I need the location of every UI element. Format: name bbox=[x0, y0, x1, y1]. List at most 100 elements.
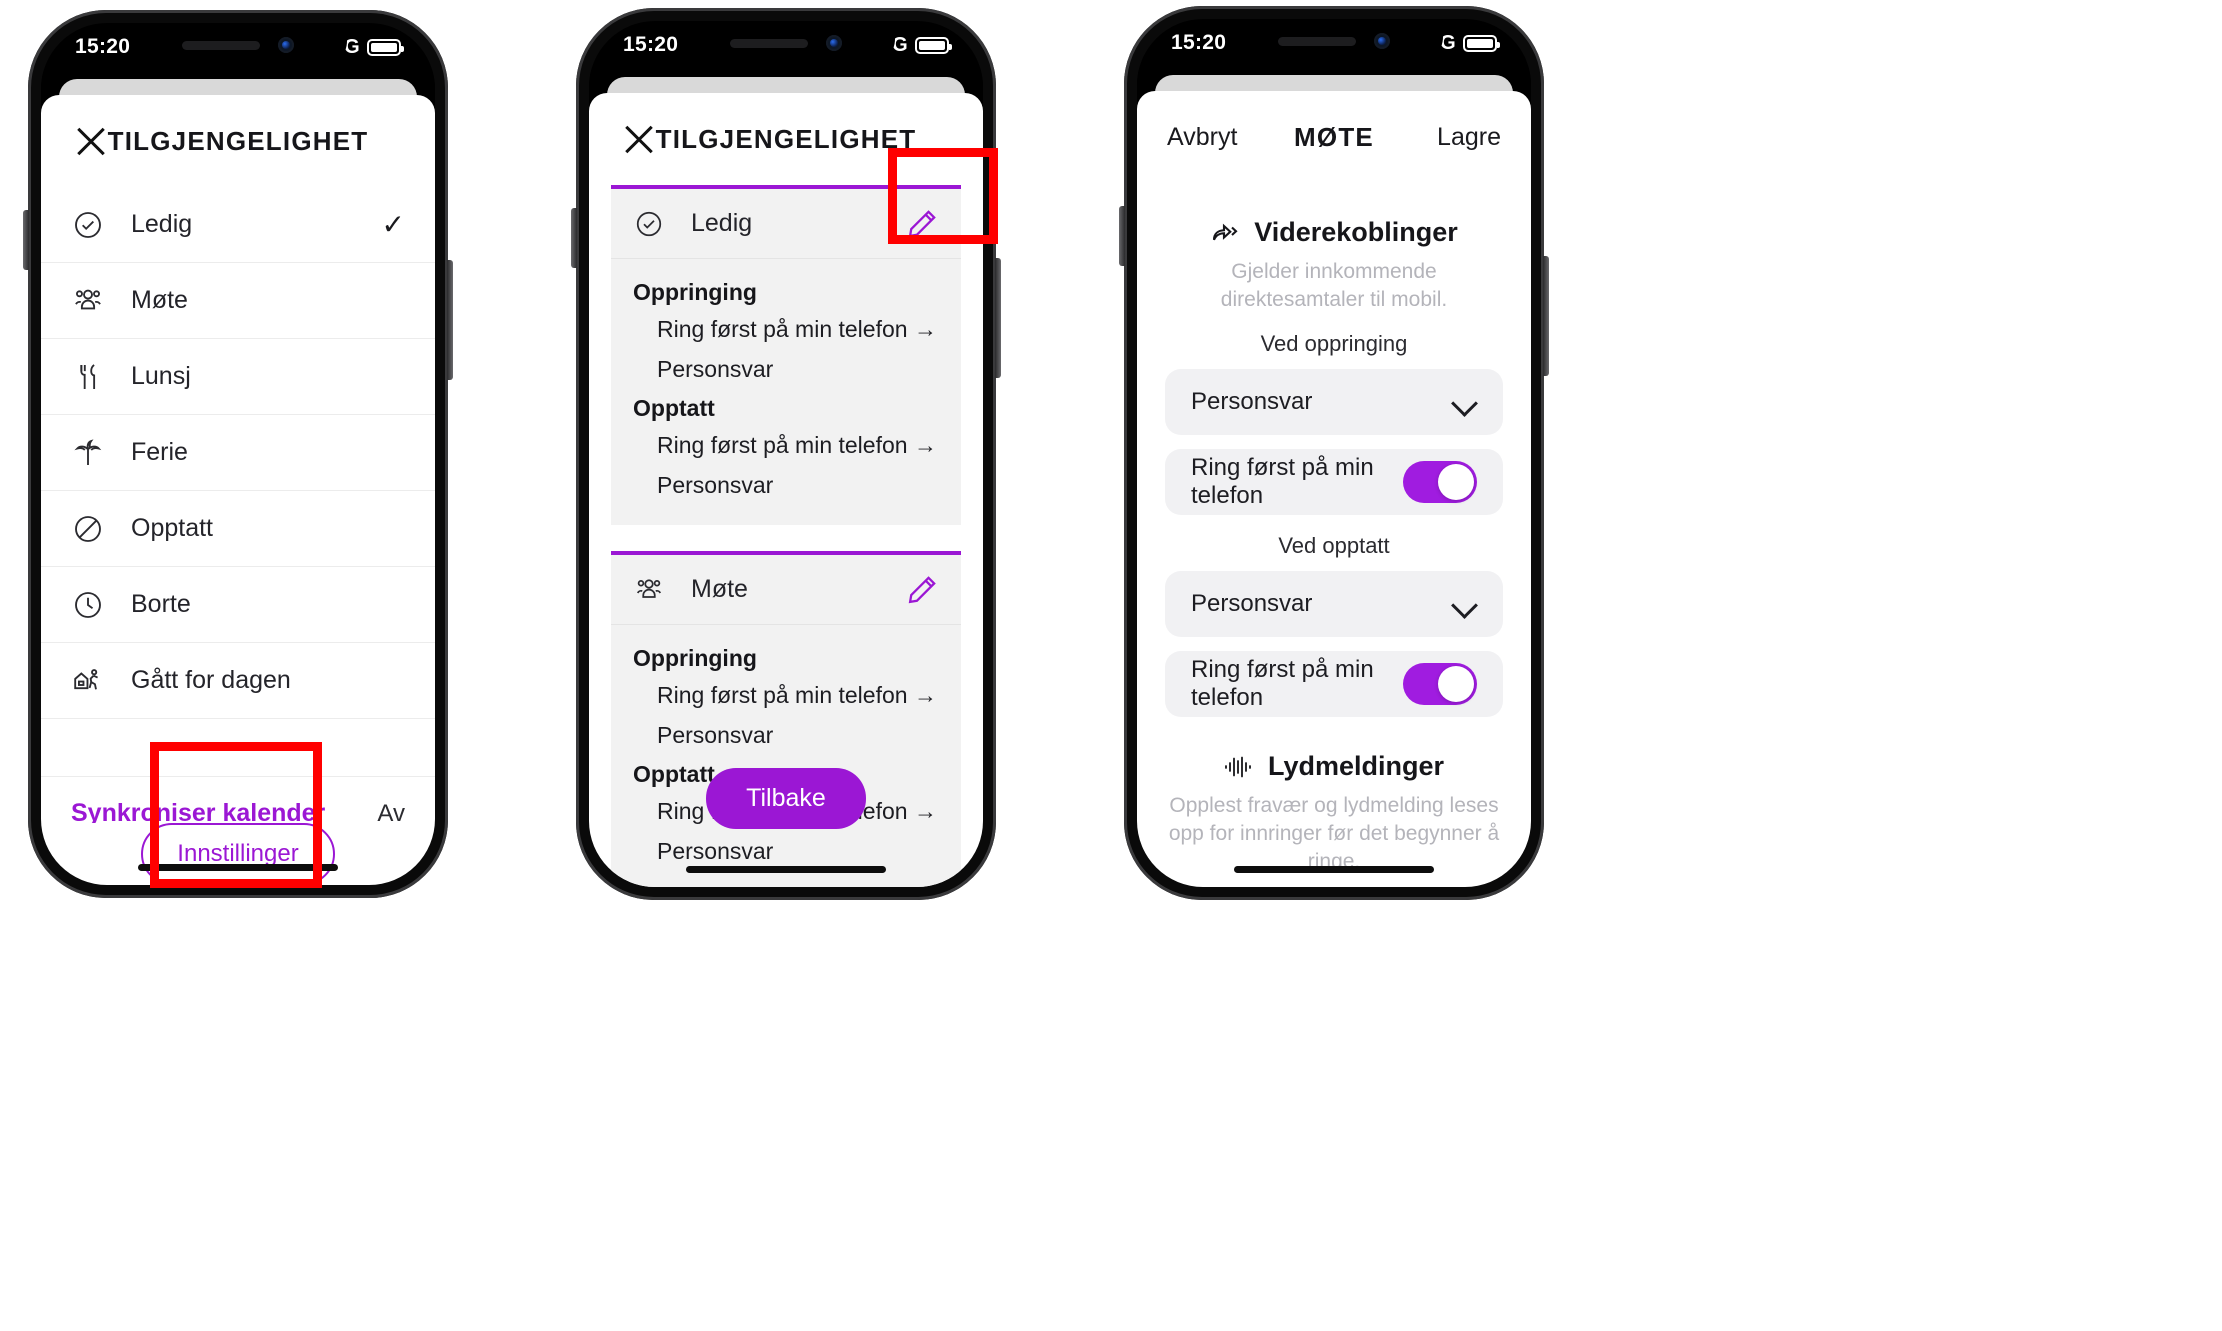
phone-3-navbar: Avbryt MØTE Lagre bbox=[1137, 91, 1531, 183]
sync-calendar-row[interactable]: Synkroniser kalender Av bbox=[41, 777, 435, 823]
list-item-label: Ferie bbox=[131, 438, 188, 466]
on-call-select-value: Personsvar bbox=[1191, 388, 1313, 416]
card-ledig: Ledig Oppringing Ring først på min telef… bbox=[611, 185, 961, 526]
card-header[interactable]: Møte bbox=[611, 555, 961, 626]
group-title: Oppringing bbox=[633, 279, 757, 305]
front-camera-icon bbox=[1374, 33, 1390, 49]
home-indicator bbox=[686, 866, 886, 873]
card-body: Oppringing Ring først på min telefon → P… bbox=[611, 625, 961, 887]
earpiece-speaker bbox=[730, 38, 808, 48]
settings-button[interactable]: Innstillinger bbox=[141, 823, 335, 885]
list-item-mote[interactable]: Møte bbox=[41, 263, 435, 339]
phone-2-navbar: TILGJENGELIGHET bbox=[589, 93, 983, 185]
group-item[interactable]: Ring først på min telefon → bbox=[633, 310, 939, 350]
home-indicator bbox=[138, 864, 338, 871]
palm-tree-icon bbox=[71, 436, 105, 470]
group-item[interactable]: Ring først på min telefon → bbox=[633, 426, 939, 466]
meeting-settings-sheet: Avbryt MØTE Lagre Viderekoblinger Gjelde… bbox=[1137, 91, 1531, 887]
status-time: 15:20 bbox=[623, 33, 679, 56]
availability-list: Ledig ✓ Møte Lunsj Ferie Opptatt Borte G… bbox=[41, 187, 435, 823]
close-icon[interactable] bbox=[619, 119, 659, 159]
meeting-form: Viderekoblinger Gjelder innkommende dire… bbox=[1137, 183, 1531, 887]
phone-1-screen: TILGJENGELIGHET Ledig ✓ Møte Lunsj Ferie… bbox=[41, 71, 435, 885]
phone-1-navbar: TILGJENGELIGHET bbox=[41, 95, 435, 187]
screenshot-stage: 15:20 5G TILGJENGELIGHET bbox=[0, 0, 2222, 1331]
list-item-lunsj[interactable]: Lunsj bbox=[41, 339, 435, 415]
people-group-icon bbox=[633, 574, 665, 606]
pencil-icon[interactable] bbox=[905, 573, 939, 607]
on-call-ring-first-toggle[interactable] bbox=[1403, 461, 1477, 504]
list-item-ferie[interactable]: Ferie bbox=[41, 415, 435, 491]
group-item[interactable]: Ring først på min telefon → bbox=[633, 676, 939, 716]
phone-3-bezel: 15:20 5G Avbryt MØTE Lagre bbox=[1137, 19, 1531, 887]
phone-2-screen: TILGJENGELIGHET Ledig Oppringing Ring fø… bbox=[589, 69, 983, 887]
earpiece-speaker bbox=[182, 40, 260, 50]
list-item-label: Opptatt bbox=[131, 514, 213, 542]
audio-heading-text: Lydmeldinger bbox=[1267, 751, 1445, 782]
check-circle-icon bbox=[633, 208, 665, 240]
on-busy-ring-first-toggle[interactable] bbox=[1403, 663, 1477, 706]
phone-3-screen: Avbryt MØTE Lagre Viderekoblinger Gjelde… bbox=[1137, 67, 1531, 887]
phone-1-availability-list: 15:20 5G TILGJENGELIGHET bbox=[23, 10, 453, 898]
list-item-label: Borte bbox=[131, 590, 191, 618]
notch bbox=[677, 21, 895, 65]
settings-button-area: Innstillinger bbox=[41, 823, 435, 885]
battery-icon bbox=[915, 36, 952, 54]
group-title: Opptatt bbox=[633, 395, 715, 422]
on-busy-label: Ved opptatt bbox=[1278, 533, 1390, 559]
front-camera-icon bbox=[826, 35, 842, 51]
earpiece-speaker bbox=[1278, 36, 1356, 46]
audio-subtitle: Opplest fravær og lydmelding leses opp f… bbox=[1168, 794, 1500, 873]
on-call-ring-first-row[interactable]: Ring først på min telefon bbox=[1165, 449, 1503, 516]
sync-calendar-title: Synkroniser kalender bbox=[71, 799, 326, 823]
back-button[interactable]: Tilbake bbox=[706, 768, 866, 829]
list-item-gatt-for-dagen[interactable]: Gått for dagen bbox=[41, 643, 435, 719]
group-item: Personsvar bbox=[657, 721, 774, 748]
selected-check-icon: ✓ bbox=[381, 209, 405, 240]
back-button-wrap: Tilbake bbox=[589, 768, 983, 829]
card-header[interactable]: Ledig bbox=[611, 189, 961, 259]
on-call-select[interactable]: Personsvar bbox=[1165, 369, 1503, 436]
notch bbox=[129, 23, 347, 67]
forward-arrow-icon bbox=[1210, 218, 1240, 248]
forwarding-subtitle: Gjelder innkommende direktesamtaler til … bbox=[1220, 260, 1448, 311]
card-title: Ledig bbox=[691, 209, 753, 237]
card-mote: Møte Oppringing Ring først på min telefo… bbox=[611, 551, 961, 887]
list-item-label: Gått for dagen bbox=[131, 666, 291, 694]
list-item-borte[interactable]: Borte bbox=[41, 567, 435, 643]
forwarding-section-heading: Viderekoblinger bbox=[1165, 217, 1503, 248]
list-item-ledig[interactable]: Ledig ✓ bbox=[41, 187, 435, 263]
phone-2-bezel: 15:20 5G TILGJENGELIGHET bbox=[589, 21, 983, 887]
card-body: Oppringing Ring først på min telefon → P… bbox=[611, 259, 961, 526]
list-item-opptatt[interactable]: Opptatt bbox=[41, 491, 435, 567]
close-icon[interactable] bbox=[71, 121, 111, 161]
audio-section-heading: Lydmeldinger bbox=[1165, 751, 1503, 782]
on-busy-ring-first-row[interactable]: Ring først på min telefon bbox=[1165, 651, 1503, 718]
list-spacer bbox=[41, 719, 435, 777]
list-item-label: Ledig bbox=[131, 210, 193, 238]
sync-calendar-state: Av bbox=[377, 799, 405, 824]
pencil-icon[interactable] bbox=[905, 207, 939, 241]
fork-knife-icon bbox=[71, 360, 105, 394]
list-item-label: Lunsj bbox=[131, 362, 191, 390]
availability-sheet: TILGJENGELIGHET Ledig ✓ Møte Lunsj Ferie… bbox=[41, 95, 435, 885]
chevron-down-icon bbox=[1453, 592, 1477, 616]
list-item-label: Møte bbox=[131, 286, 188, 314]
group-title: Oppringing bbox=[633, 645, 757, 672]
house-walking-person-icon bbox=[71, 664, 105, 698]
card-title: Møte bbox=[691, 575, 748, 604]
forwarding-heading-text: Viderekoblinger bbox=[1254, 217, 1458, 247]
check-circle-icon bbox=[71, 208, 105, 242]
people-group-icon bbox=[71, 284, 105, 318]
on-busy-select[interactable]: Personsvar bbox=[1165, 571, 1503, 638]
battery-icon bbox=[1463, 34, 1500, 52]
on-busy-ring-first-label: Ring først på min telefon bbox=[1191, 656, 1374, 712]
front-camera-icon bbox=[278, 37, 294, 53]
status-time: 15:20 bbox=[1171, 31, 1227, 54]
cancel-button[interactable]: Avbryt bbox=[1167, 123, 1237, 152]
save-button[interactable]: Lagre bbox=[1437, 123, 1501, 152]
waveform-icon bbox=[1224, 754, 1254, 780]
on-call-label: Ved oppringing bbox=[1260, 331, 1408, 357]
group-item: Personsvar bbox=[657, 355, 774, 382]
home-indicator bbox=[1234, 866, 1434, 873]
